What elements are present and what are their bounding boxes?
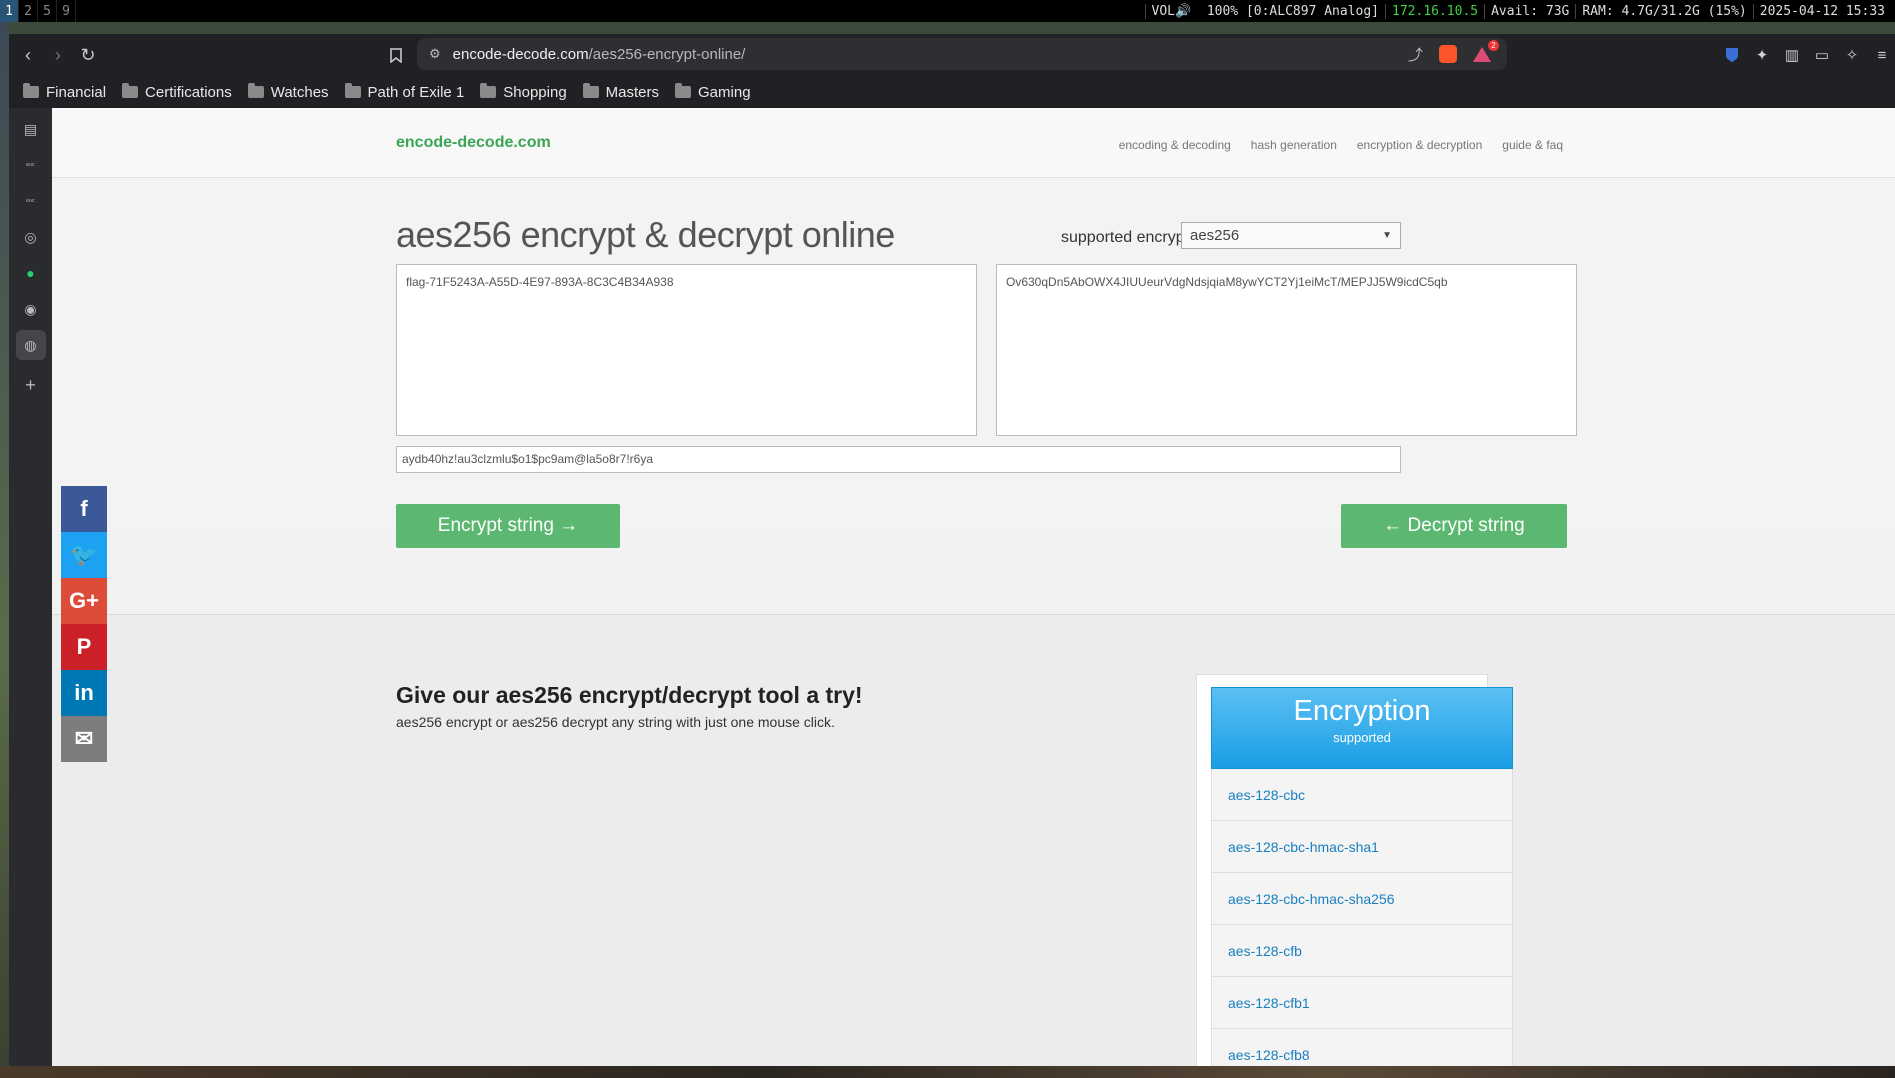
site-nav: encoding & decoding hash generation encr…: [1119, 138, 1563, 152]
encryption-link[interactable]: aes-128-cfb: [1211, 925, 1513, 977]
menu-icon[interactable]: ≡: [1869, 42, 1895, 68]
encryption-panel-header: Encryption supported: [1211, 687, 1513, 769]
sidebar-toggle-icon[interactable]: ▥: [1779, 42, 1805, 68]
workspace-5[interactable]: 5: [38, 0, 57, 22]
sidebar-panel-icon[interactable]: ▤: [16, 114, 46, 144]
encryption-select-value: aes256: [1190, 227, 1240, 244]
nav-encoding-decoding[interactable]: encoding & decoding: [1119, 138, 1231, 152]
url-domain: encode-decode.com: [452, 45, 589, 63]
encryption-link[interactable]: aes-128-cfb1: [1211, 977, 1513, 1029]
folder-icon: [23, 83, 39, 98]
leo-ai-icon[interactable]: ✧: [1839, 42, 1865, 68]
workspace-switcher: 1 2 5 9: [0, 0, 76, 22]
ip-status: 172.16.10.5: [1385, 3, 1484, 19]
bitwarden-icon[interactable]: [1719, 42, 1745, 68]
nav-hash-generation[interactable]: hash generation: [1251, 138, 1337, 152]
url-path: /aes256-encrypt-online/: [588, 45, 746, 63]
add-icon[interactable]: +: [16, 370, 46, 400]
bookmark-shopping[interactable]: Shopping: [480, 83, 567, 101]
bookmark-icon[interactable]: [383, 42, 409, 68]
folder-icon: [675, 83, 692, 98]
brave-shield-icon[interactable]: [1439, 45, 1457, 63]
encryption-list-panel: Encryption supported aes-128-cbc aes-128…: [1196, 674, 1513, 1066]
nav-guide-faq[interactable]: guide & faq: [1502, 138, 1563, 152]
social-share-bar: f 🐦 G+ P in ✉: [61, 486, 107, 762]
browser-window: ‹ › ↻ ⚙ encode-decode.com/aes256-encrypt…: [9, 34, 1895, 1066]
desktop-wallpaper-left: [0, 22, 9, 1078]
bookmark-masters[interactable]: Masters: [582, 83, 659, 101]
bookmark-financial[interactable]: Financial: [23, 83, 106, 101]
web-page: encode-decode.com encoding & decoding ha…: [52, 108, 1895, 1066]
encryption-link[interactable]: aes-128-cfb8: [1211, 1029, 1513, 1066]
folder-icon: [344, 83, 361, 98]
wallet-icon[interactable]: ▭: [1809, 42, 1835, 68]
bookmark-gaming[interactable]: Gaming: [675, 83, 751, 101]
folder-icon: [582, 83, 599, 98]
github-icon[interactable]: ◉: [16, 294, 46, 324]
encryption-select[interactable]: aes256 ▼: [1181, 222, 1401, 249]
chevron-down-icon: ▼: [1382, 230, 1392, 241]
site-logo[interactable]: encode-decode.com: [396, 134, 551, 152]
folder-icon: [122, 83, 139, 98]
volume-status: VOL🔊 100% [0:ALC897 Analog]: [1144, 3, 1386, 19]
section-title: Give our aes256 encrypt/decrypt tool a t…: [396, 682, 863, 708]
folder-icon: [480, 83, 497, 98]
workspace-9[interactable]: 9: [57, 0, 76, 22]
site-settings-icon[interactable]: ⚙: [429, 46, 441, 62]
bookmark-watches[interactable]: Watches: [247, 83, 329, 101]
disk-status: Avail: 73G: [1484, 3, 1575, 19]
encryption-panel-subtitle: supported: [1333, 730, 1391, 745]
bookmark-path-of-exile[interactable]: Path of Exile 1: [344, 83, 464, 101]
share-icon[interactable]: ⤴: [1408, 44, 1423, 65]
extensions-icon[interactable]: ✦: [1749, 42, 1775, 68]
reload-icon[interactable]: ↻: [73, 40, 103, 70]
globe-icon[interactable]: ◍: [15, 330, 46, 360]
facebook-icon[interactable]: f: [61, 486, 107, 532]
decrypt-button[interactable]: ← Decrypt string: [1341, 504, 1567, 548]
rewards-badge: 2: [1488, 40, 1499, 51]
workspace-2[interactable]: 2: [19, 0, 38, 22]
encryption-list: aes-128-cbc aes-128-cbc-hmac-sha1 aes-12…: [1211, 769, 1513, 1066]
browser-sidebar: ▤ ᵉⁿᶜ ᵉⁿᶜ ◎ ● ◉ ◍ +: [9, 108, 52, 1066]
pinterest-icon[interactable]: P: [61, 624, 107, 670]
address-bar[interactable]: ⚙ encode-decode.com/aes256-encrypt-onlin…: [417, 38, 1507, 70]
encryption-link[interactable]: aes-128-cbc: [1211, 769, 1513, 821]
ciphertext-output[interactable]: Ov630qDn5AbOWX4JIUUeurVdgNdsjqiaM8ywYCT2…: [996, 264, 1577, 436]
desktop-wallpaper-bottom: [0, 1066, 1895, 1078]
sidebar-target-icon[interactable]: ◎: [16, 222, 46, 252]
system-status-bar: 1 2 5 9 VOL🔊 100% [0:ALC897 Analog] 172.…: [0, 0, 1895, 22]
workspace-1[interactable]: 1: [0, 0, 19, 22]
forward-icon[interactable]: ›: [43, 40, 73, 70]
ram-status: RAM: 4.7G/31.2G (15%): [1575, 3, 1752, 19]
encrypt-button[interactable]: Encrypt string →: [396, 504, 620, 548]
twitter-icon[interactable]: 🐦: [61, 532, 107, 578]
clock: 2025-04-12 15:33: [1752, 3, 1891, 19]
encryption-link[interactable]: aes-128-cbc-hmac-sha1: [1211, 821, 1513, 873]
page-title: aes256 encrypt & decrypt online: [396, 214, 895, 255]
browser-toolbar: ‹ › ↻ ⚙ encode-decode.com/aes256-encrypt…: [9, 34, 1895, 76]
sidebar-site-icon[interactable]: ᵉⁿᶜ: [16, 186, 46, 216]
info-section: [52, 614, 1895, 1066]
whatsapp-icon[interactable]: ●: [16, 258, 46, 288]
email-icon[interactable]: ✉: [61, 716, 107, 762]
bookmarks-bar: Financial Certifications Watches Path of…: [9, 76, 1895, 108]
encryption-link[interactable]: aes-128-cbc-hmac-sha256: [1211, 873, 1513, 925]
bookmark-certifications[interactable]: Certifications: [122, 83, 232, 101]
google-plus-icon[interactable]: G+: [61, 578, 107, 624]
secret-key-input[interactable]: aydb40hz!au3clzmlu$o1$pc9am@la5o8r7!r6ya: [396, 446, 1401, 473]
plaintext-input[interactable]: flag-71F5243A-A55D-4E97-893A-8C3C4B34A93…: [396, 264, 977, 436]
encryption-panel-title: Encryption: [1293, 695, 1431, 727]
section-subtitle: aes256 encrypt or aes256 decrypt any str…: [396, 714, 835, 730]
sidebar-site-icon[interactable]: ᵉⁿᶜ: [16, 150, 46, 180]
linkedin-icon[interactable]: in: [61, 670, 107, 716]
back-icon[interactable]: ‹: [13, 40, 43, 70]
nav-encryption-decryption[interactable]: encryption & decryption: [1357, 138, 1482, 152]
folder-icon: [247, 83, 264, 98]
site-header: encode-decode.com encoding & decoding ha…: [52, 108, 1895, 178]
